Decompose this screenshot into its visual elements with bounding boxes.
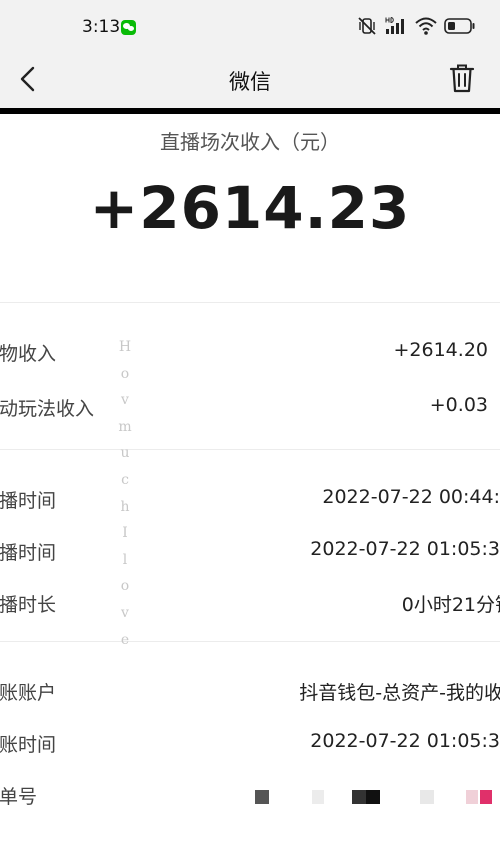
nav-bar: 微信 (0, 52, 500, 108)
trash-icon[interactable] (448, 62, 476, 94)
section-divider (0, 302, 500, 303)
row-value: +2614.20 (393, 339, 489, 361)
redacted-block (352, 790, 366, 804)
page-heading: 直播场次收入（元） (160, 130, 340, 154)
row-value: 2022-07-22 01:05:3 (310, 730, 500, 752)
account-row: 入账账户 抖音钱包-总资产-我的收入 (0, 670, 500, 710)
row-value: 抖音钱包-总资产-我的收入 (299, 682, 500, 704)
duration-row: 开播时长 0小时21分钟 (0, 582, 500, 622)
battery-icon (444, 18, 475, 34)
row-value: +0.03 (429, 394, 488, 416)
row-label: 入账时间 (0, 734, 57, 756)
row-label: 开播时长 (0, 594, 57, 616)
status-time: 3:13 (82, 17, 121, 37)
nav-title: 微信 (229, 70, 271, 94)
redacted-block (366, 790, 380, 804)
row-label: 订单号 (0, 786, 38, 808)
total-amount: +2614.23 (89, 174, 411, 242)
mute-vibrate-icon (358, 17, 376, 35)
redacted-block (420, 790, 434, 804)
redacted-block (312, 790, 324, 804)
redacted-block (480, 790, 492, 804)
row-value: 2022-07-22 01:05:3 (310, 538, 500, 560)
wechat-icon (121, 20, 136, 35)
status-bar: 3:13 (0, 0, 500, 52)
row-label: 入账账户 (0, 682, 57, 704)
row-value: 0小时21分钟 (401, 594, 500, 616)
redacted-block (255, 790, 269, 804)
account-time-row: 入账时间 2022-07-22 01:05:3 (0, 722, 500, 762)
hd-signal-icon (385, 17, 404, 34)
section-divider (0, 641, 500, 642)
start-time-row: 开播时间 2022-07-22 00:44: (0, 478, 500, 518)
row-value: 2022-07-22 00:44: (322, 486, 500, 508)
row-label: 礼物收入 (0, 343, 57, 365)
row-label: 下播时间 (0, 542, 57, 564)
gift-income-row: 礼物收入 +2614.20 (0, 331, 500, 371)
interactive-income-row: 互动玩法收入 +0.03 (0, 386, 500, 426)
live-income-detail: 直播场次收入（元） +2614.23 礼物收入 +2614.20 互动玩法收入 … (0, 114, 500, 866)
end-time-row: 下播时间 2022-07-22 01:05:3 (0, 530, 500, 570)
section-divider (0, 449, 500, 450)
faint-watermark: HovmuchIlove (118, 339, 132, 648)
row-label: 开播时间 (0, 490, 57, 512)
redacted-block (466, 790, 478, 804)
row-label: 互动玩法收入 (0, 398, 95, 420)
wifi-icon (415, 17, 437, 35)
status-icons (357, 14, 476, 38)
